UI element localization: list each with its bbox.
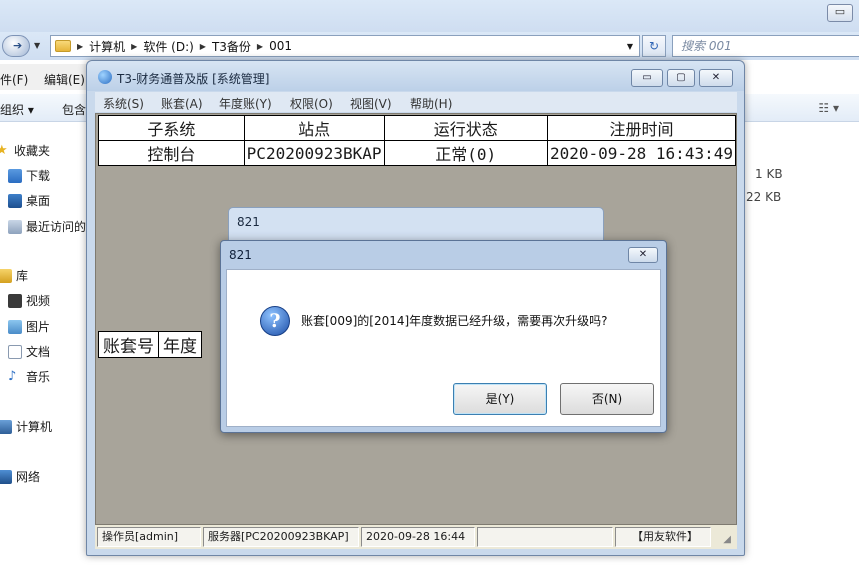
arrow-icon: ➔ — [13, 39, 23, 52]
menu-account[interactable]: 账套(A) — [161, 95, 203, 112]
dialog-close-button[interactable]: ✕ — [628, 247, 658, 263]
minimize-button[interactable]: ▭ — [631, 69, 663, 87]
sidebar-item-documents[interactable]: 文档 — [8, 343, 50, 360]
question-icon: ? — [260, 306, 290, 336]
menu-annual-account[interactable]: 年度账(Y) — [219, 95, 272, 112]
back-forward-button[interactable]: ➔ — [2, 35, 30, 57]
dialog-title: 821 — [229, 248, 252, 262]
column-header[interactable]: 运行状态 — [383, 115, 548, 141]
breadcrumb-001[interactable]: 001 — [269, 39, 292, 53]
status-brand: 【用友软件】 — [615, 527, 711, 547]
status-bar: 操作员[admin] 服务器[PC20200923BKAP] 2020-09-2… — [95, 525, 737, 549]
sidebar-item-desktop[interactable]: 桌面 — [8, 192, 50, 209]
explorer-minimize-button[interactable]: ▭ — [827, 4, 853, 22]
close-button[interactable]: ✕ — [699, 69, 733, 87]
column-header[interactable]: 年度 — [158, 331, 202, 358]
sidebar-item-pictures[interactable]: 图片 — [8, 318, 50, 335]
network-icon — [0, 469, 12, 484]
maximize-button[interactable]: ▢ — [667, 69, 695, 87]
app-icon — [98, 70, 112, 84]
explorer-nav-bar: ➔ ▼ ▶ 计算机 ▶ 软件 (D:) ▶ T3备份 ▶ 001 ▼ ↻ 搜索 … — [0, 32, 859, 60]
view-options-icon[interactable]: ☷ ▾ — [818, 101, 839, 115]
file-size: 1 KB — [755, 167, 783, 181]
recent-pages-dropdown-icon[interactable]: ▼ — [34, 41, 40, 50]
app-menu-bar: 系统(S) 账套(A) 年度账(Y) 权限(O) 视图(V) 帮助(H) — [95, 92, 737, 112]
t3-titlebar: T3-财务通普及版 [系统管理] ▭ ▢ ✕ — [87, 61, 744, 91]
include-in-library-button[interactable]: 包含 — [62, 101, 86, 118]
background-dialog-title: 821 — [237, 215, 260, 229]
chevron-right-icon[interactable]: ▶ — [257, 42, 263, 51]
status-operator: 操作员[admin] — [97, 527, 201, 547]
file-size: 22 KB — [746, 190, 782, 204]
status-server: 服务器[PC20200923BKAP] — [203, 527, 359, 547]
dialog-message: 账套[009]的[2014]年度数据已经升级，需要再次升级吗? — [301, 314, 608, 328]
pictures-icon — [8, 319, 22, 334]
status-datetime: 2020-09-28 16:44 — [361, 527, 475, 547]
address-bar[interactable]: ▶ 计算机 ▶ 软件 (D:) ▶ T3备份 ▶ 001 ▼ — [50, 35, 640, 57]
breadcrumb-computer[interactable]: 计算机 — [89, 38, 125, 55]
video-icon — [8, 293, 22, 308]
search-input[interactable]: 搜索 001 — [672, 35, 859, 57]
breadcrumb-t3-backup[interactable]: T3备份 — [212, 38, 251, 55]
subsystem-table: 子系统 站点 运行状态 注册时间 控制台 PC20200923BKAP 正常(0… — [98, 115, 737, 166]
status-empty — [477, 527, 613, 547]
sidebar-item-recent[interactable]: 最近访问的 — [8, 218, 86, 235]
explorer-titlebar: ▭ — [0, 0, 859, 36]
documents-icon — [8, 344, 22, 359]
sidebar-item-videos[interactable]: 视频 — [8, 292, 50, 309]
confirm-dialog: 821 ✕ ? 账套[009]的[2014]年度数据已经升级，需要再次升级吗? … — [220, 240, 667, 433]
library-icon — [0, 268, 12, 283]
menu-edit[interactable]: 编辑(E) — [44, 71, 85, 88]
address-dropdown-icon[interactable]: ▼ — [627, 42, 633, 51]
menu-permission[interactable]: 权限(O) — [290, 95, 333, 112]
chevron-right-icon[interactable]: ▶ — [200, 42, 206, 51]
table-header-row: 账套号 年度 — [98, 331, 202, 358]
explorer-menu-bar: 件(F) 编辑(E) — [0, 64, 100, 90]
menu-file[interactable]: 件(F) — [0, 71, 28, 88]
computer-icon — [0, 419, 12, 434]
organize-button[interactable]: 组织 ▾ — [0, 101, 34, 118]
sidebar-item-music[interactable]: ♪ 音乐 — [8, 368, 50, 385]
window-title: T3-财务通普及版 [系统管理] — [117, 72, 270, 86]
column-header[interactable]: 站点 — [243, 115, 385, 141]
sidebar-item-downloads[interactable]: 下载 — [8, 167, 50, 184]
column-header[interactable]: 子系统 — [98, 115, 245, 141]
music-icon: ♪ — [8, 368, 17, 384]
table-row[interactable]: 控制台 PC20200923BKAP 正常(0) 2020-09-28 16:4… — [98, 140, 737, 166]
chevron-right-icon[interactable]: ▶ — [77, 42, 83, 51]
account-table: 账套号 年度 — [98, 331, 202, 358]
no-button[interactable]: 否(N) — [560, 383, 654, 415]
table-cell[interactable]: 控制台 — [98, 140, 245, 166]
folder-icon — [55, 40, 71, 52]
column-header[interactable]: 账套号 — [98, 331, 159, 358]
table-cell[interactable]: 2020-09-28 16:43:49 — [546, 140, 737, 166]
desktop-icon — [8, 193, 22, 208]
navigation-pane: ★ 收藏夹 下载 桌面 最近访问的 库 视频 图片 文档 ♪ 音乐 计算机 网络 — [0, 122, 100, 577]
resize-grip-icon[interactable]: ◢ — [723, 534, 731, 545]
star-icon: ★ — [0, 142, 8, 158]
recent-places-icon — [8, 219, 22, 234]
yes-button[interactable]: 是(Y) — [453, 383, 547, 415]
table-header-row: 子系统 站点 运行状态 注册时间 — [98, 115, 737, 141]
column-header[interactable]: 注册时间 — [546, 115, 737, 141]
table-cell[interactable]: 正常(0) — [383, 140, 548, 166]
menu-system[interactable]: 系统(S) — [103, 95, 144, 112]
sidebar-item-favorites[interactable]: ★ 收藏夹 — [0, 142, 50, 159]
sidebar-item-libraries[interactable]: 库 — [0, 267, 28, 284]
dialog-body: ? 账套[009]的[2014]年度数据已经升级，需要再次升级吗? 是(Y) 否… — [226, 269, 661, 427]
menu-view[interactable]: 视图(V) — [350, 95, 392, 112]
breadcrumb-drive-d[interactable]: 软件 (D:) — [143, 38, 193, 55]
chevron-right-icon[interactable]: ▶ — [131, 42, 137, 51]
sidebar-item-computer[interactable]: 计算机 — [0, 418, 52, 435]
refresh-button[interactable]: ↻ — [642, 35, 666, 57]
menu-help[interactable]: 帮助(H) — [410, 95, 452, 112]
sidebar-item-network[interactable]: 网络 — [0, 468, 40, 485]
table-cell[interactable]: PC20200923BKAP — [243, 140, 385, 166]
download-folder-icon — [8, 168, 22, 183]
dialog-titlebar: 821 ✕ — [221, 241, 666, 269]
